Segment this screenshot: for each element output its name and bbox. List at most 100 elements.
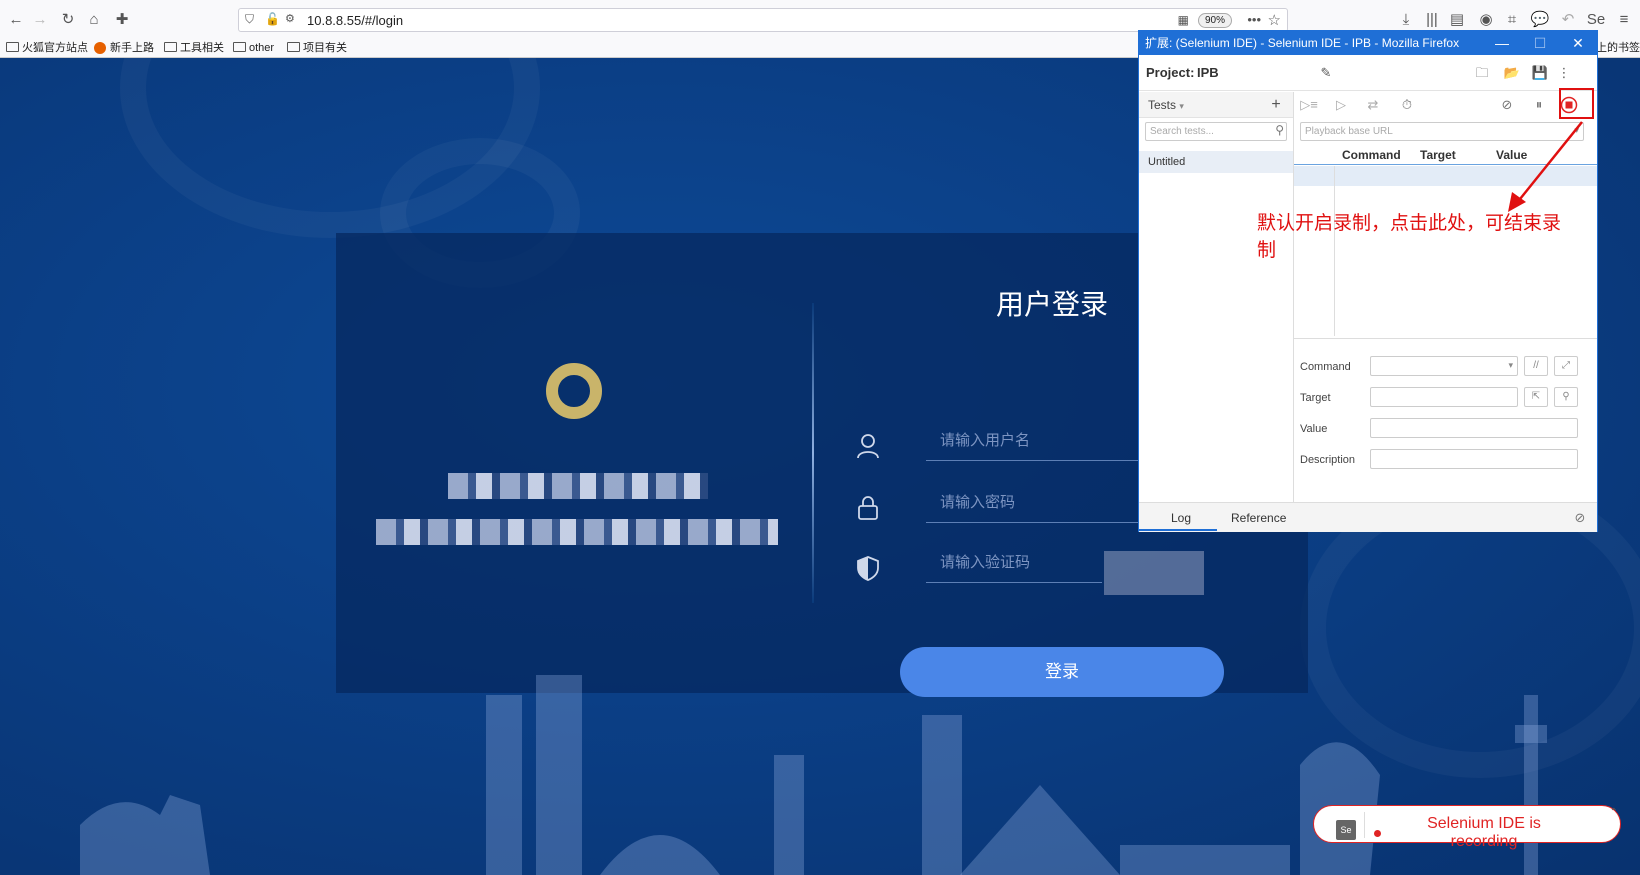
target-input[interactable] [1370, 387, 1518, 407]
test-item[interactable]: Untitled [1139, 151, 1293, 173]
bookmark-item[interactable]: 新手上路 [94, 40, 154, 56]
other-bookmarks[interactable]: 上的书签 [1596, 40, 1640, 56]
site-logo [546, 363, 602, 419]
user-icon [856, 433, 880, 459]
chevron-up-icon[interactable]: ⌃ [1610, 807, 1618, 818]
column-header: Target [1420, 148, 1456, 162]
minimize-icon[interactable]: — [1483, 31, 1521, 55]
save-project-icon[interactable]: 💾 [1531, 64, 1549, 82]
selenium-ext-icon[interactable]: Se [1586, 10, 1606, 30]
insecure-lock-icon[interactable]: 🔓 [265, 12, 280, 26]
tests-header: Tests ▾ + [1139, 92, 1293, 118]
maximize-icon[interactable]: ☐ [1521, 31, 1559, 55]
reload-icon[interactable]: ↻ [58, 10, 78, 30]
sidebar-icon[interactable]: ▤ [1447, 10, 1467, 30]
run-current-test-icon[interactable]: ▷ [1332, 96, 1350, 114]
ide-titlebar: 扩展: (Selenium IDE) - Selenium IDE - IPB … [1139, 31, 1597, 55]
folder-icon [164, 42, 177, 52]
bookmark-item[interactable]: 项目有关 [287, 40, 347, 56]
download-icon[interactable]: ⤓ [1396, 10, 1416, 30]
notification-separator [1364, 812, 1365, 838]
folder-icon [287, 42, 300, 52]
menu-icon[interactable]: ≡ [1614, 10, 1634, 30]
selenium-logo-icon: Se [1336, 820, 1356, 840]
back-icon[interactable]: ← [6, 10, 26, 30]
open-reference-icon[interactable]: ⤢ [1554, 356, 1578, 376]
bookmark-item[interactable]: other [233, 40, 274, 56]
clear-log-icon[interactable]: ⊘ [1571, 509, 1589, 527]
chevron-down-icon: ▾ [1179, 101, 1184, 111]
search-tests-input[interactable]: Search tests... ⚲ [1145, 122, 1287, 141]
undo-icon[interactable]: ↶ [1558, 10, 1578, 30]
library-icon[interactable]: ||| [1422, 10, 1442, 30]
home-icon[interactable]: ⌂ [84, 10, 104, 30]
url-bar[interactable]: ⛉ 🔓 ⚙ 10.8.8.55/#/login ▦ 90% ••• ☆ [238, 8, 1288, 32]
captcha-image[interactable] [1104, 551, 1204, 595]
annotation-text: 默认开启录制，点击此处，可结束录制 [1257, 213, 1562, 261]
more-icon[interactable]: ••• [1247, 12, 1261, 27]
url-text[interactable]: 10.8.8.55/#/login [307, 13, 403, 28]
permissions-icon[interactable]: ⚙ [285, 12, 295, 25]
tab-reference[interactable]: Reference [1231, 511, 1286, 525]
recording-status-text: Selenium IDE is recording [1427, 815, 1541, 850]
account-icon[interactable]: ◉ [1476, 10, 1496, 30]
tests-sidebar: Tests ▾ + Search tests... ⚲ Untitled [1139, 92, 1294, 502]
folder-icon [6, 42, 19, 52]
target-label: Target [1300, 392, 1331, 404]
qr-code-icon[interactable]: ▦ [1178, 13, 1189, 27]
chat-icon[interactable]: 💬 [1530, 10, 1550, 30]
playback-toolbar: ▷≡ ▷ ⇄ ⏱ ⊘ ⏸ [1294, 92, 1597, 118]
speed-icon[interactable]: ⏱ [1398, 96, 1416, 114]
tests-dropdown[interactable]: Tests ▾ [1148, 98, 1184, 112]
forward-icon[interactable]: → [30, 10, 50, 30]
captcha-field[interactable]: 请输入验证码 [926, 539, 1102, 583]
annotation-highlight-box [1559, 88, 1594, 119]
recording-notification[interactable]: Se Selenium IDE is recording ⌃ [1313, 805, 1621, 850]
active-tab-indicator [1139, 529, 1217, 531]
rename-project-icon[interactable]: ✎ [1317, 64, 1335, 82]
value-input[interactable] [1370, 418, 1578, 438]
run-all-tests-icon[interactable]: ▷≡ [1300, 96, 1318, 114]
ide-window-title: 扩展: (Selenium IDE) - Selenium IDE - IPB … [1145, 36, 1460, 50]
lock-icon [856, 495, 880, 521]
pause-on-exceptions-icon[interactable]: ⏸ [1530, 96, 1548, 114]
tab-log[interactable]: Log [1171, 511, 1191, 525]
command-select[interactable]: ▾ [1370, 356, 1518, 376]
description-input[interactable] [1370, 449, 1578, 469]
add-test-icon[interactable]: + [1267, 96, 1285, 114]
zoom-level[interactable]: 90% [1198, 13, 1232, 28]
chevron-down-icon: ▾ [1508, 360, 1513, 370]
command-editor: Command ▾ // ⤢ Target ⇱ ⚲ Value Descript… [1294, 338, 1597, 502]
open-project-icon[interactable]: 📂 [1503, 64, 1521, 82]
command-label: Command [1300, 361, 1351, 373]
shield-icon [856, 555, 880, 581]
project-name[interactable]: IPB [1197, 65, 1219, 80]
more-options-icon[interactable]: ⋮ [1555, 64, 1573, 82]
comment-toggle-button[interactable]: // [1524, 356, 1548, 376]
folder-icon [233, 42, 246, 52]
search-icon: ⚲ [1275, 123, 1284, 137]
value-label: Value [1300, 423, 1328, 435]
screenshot-icon[interactable]: ⌗ [1502, 10, 1522, 30]
card-divider [812, 303, 814, 603]
annotation-arrow [1508, 121, 1583, 212]
disable-breakpoints-icon[interactable]: ⊘ [1498, 96, 1516, 114]
select-target-icon[interactable]: ⇱ [1524, 387, 1548, 407]
firefox-icon [94, 42, 106, 54]
shield-icon[interactable]: ⛉ [245, 12, 254, 27]
description-label: Description [1300, 454, 1356, 466]
column-header: Command [1342, 148, 1401, 162]
new-project-icon[interactable]: 🗀 [1473, 64, 1491, 82]
bookmark-item[interactable]: 火狐官方站点 [6, 40, 88, 56]
ide-footer: Log Reference ⊘ [1139, 502, 1597, 532]
blurred-site-subtitle [376, 519, 778, 545]
login-title: 用户登录 [996, 289, 1109, 320]
star-icon[interactable]: ☆ [1268, 11, 1281, 29]
step-over-icon[interactable]: ⇄ [1364, 96, 1382, 114]
extensions-icon[interactable]: ✚ [112, 10, 132, 30]
find-target-icon[interactable]: ⚲ [1554, 387, 1578, 407]
bookmark-item[interactable]: 工具相关 [164, 40, 224, 56]
selenium-ide-window: 扩展: (Selenium IDE) - Selenium IDE - IPB … [1138, 30, 1598, 532]
close-icon[interactable]: ✕ [1559, 31, 1597, 55]
project-label: Project: [1146, 65, 1195, 80]
